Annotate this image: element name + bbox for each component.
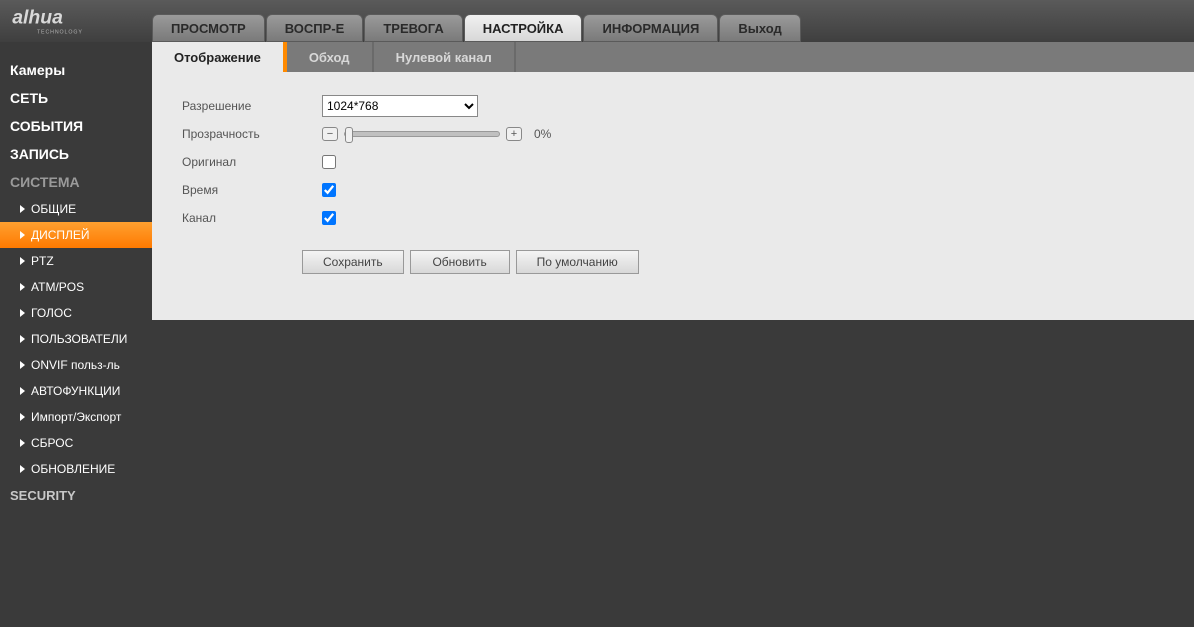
- sidebar-sub-8[interactable]: Импорт/Экспорт: [0, 404, 152, 430]
- topnav-1[interactable]: ВОСПР-Е: [266, 14, 364, 42]
- sidebar-sub-1[interactable]: ДИСПЛЕЙ: [0, 222, 152, 248]
- default-button[interactable]: По умолчанию: [516, 250, 639, 274]
- channel-checkbox[interactable]: [322, 211, 336, 225]
- sidebar-cat-0[interactable]: Камеры: [0, 56, 152, 84]
- original-label: Оригинал: [182, 155, 322, 169]
- save-button[interactable]: Сохранить: [302, 250, 404, 274]
- sidebar-sub-3[interactable]: ATM/POS: [0, 274, 152, 300]
- sidebar-cat-3[interactable]: ЗАПИСЬ: [0, 140, 152, 168]
- topnav-3[interactable]: НАСТРОЙКА: [464, 14, 583, 42]
- sidebar-sub-9[interactable]: СБРОС: [0, 430, 152, 456]
- top-nav: ПРОСМОТРВОСПР-ЕТРЕВОГАНАСТРОЙКАИНФОРМАЦИ…: [152, 0, 801, 42]
- transparency-label: Прозрачность: [182, 127, 322, 141]
- content-tabs: ОтображениеОбходНулевой канал: [152, 42, 1194, 72]
- sidebar-sub-label: ONVIF польз-ль: [31, 358, 120, 372]
- sidebar-sub-0[interactable]: ОБЩИЕ: [0, 196, 152, 222]
- sidebar-cat-2[interactable]: СОБЫТИЯ: [0, 112, 152, 140]
- svg-text:TECHNOLOGY: TECHNOLOGY: [37, 29, 83, 35]
- tab-0[interactable]: Отображение: [152, 42, 287, 72]
- topnav-0[interactable]: ПРОСМОТР: [152, 14, 265, 42]
- sidebar-sub-4[interactable]: ГОЛОС: [0, 300, 152, 326]
- sidebar-sub-label: Импорт/Экспорт: [31, 410, 121, 424]
- sidebar-sub-2[interactable]: PTZ: [0, 248, 152, 274]
- sidebar-sub-7[interactable]: АВТОФУНКЦИИ: [0, 378, 152, 404]
- sidebar-sub-label: ОБЩИЕ: [31, 202, 76, 216]
- topnav-2[interactable]: ТРЕВОГА: [364, 14, 462, 42]
- tab-2[interactable]: Нулевой канал: [374, 42, 516, 72]
- main-content: ОтображениеОбходНулевой канал Разрешение…: [152, 42, 1194, 627]
- original-checkbox[interactable]: [322, 155, 336, 169]
- sidebar-sub-label: ГОЛОС: [31, 306, 72, 320]
- settings-panel: Разрешение 1024*768 Прозрачность − + 0%: [152, 72, 1194, 320]
- sidebar-sub-label: АВТОФУНКЦИИ: [31, 384, 120, 398]
- sidebar-sub-label: ПОЛЬЗОВАТЕЛИ: [31, 332, 127, 346]
- topnav-4[interactable]: ИНФОРМАЦИЯ: [583, 14, 718, 42]
- resolution-label: Разрешение: [182, 99, 322, 113]
- channel-label: Канал: [182, 211, 322, 225]
- transparency-slider[interactable]: [344, 131, 500, 137]
- refresh-button[interactable]: Обновить: [410, 250, 510, 274]
- sidebar-cat-active[interactable]: СИСТЕМА: [0, 168, 152, 196]
- resolution-select[interactable]: 1024*768: [322, 95, 478, 117]
- sidebar-sub-label: ОБНОВЛЕНИЕ: [31, 462, 115, 476]
- sidebar-sub-label: ATM/POS: [31, 280, 84, 294]
- time-checkbox[interactable]: [322, 183, 336, 197]
- slider-minus-icon[interactable]: −: [322, 127, 338, 141]
- sidebar-bottom[interactable]: SECURITY: [0, 482, 152, 509]
- topnav-5[interactable]: Выход: [719, 14, 800, 42]
- sidebar-sub-6[interactable]: ONVIF польз-ль: [0, 352, 152, 378]
- sidebar: КамерыСЕТЬСОБЫТИЯЗАПИСЬСИСТЕМА ОБЩИЕ ДИСПЛ…: [0, 42, 152, 627]
- transparency-value: 0%: [534, 127, 551, 141]
- tab-1[interactable]: Обход: [287, 42, 374, 72]
- sidebar-sub-label: ДИСПЛЕЙ: [31, 228, 90, 242]
- svg-text:alhua: alhua: [12, 7, 63, 29]
- sidebar-cat-1[interactable]: СЕТЬ: [0, 84, 152, 112]
- logo: alhua TECHNOLOGY: [0, 0, 152, 42]
- sidebar-sub-10[interactable]: ОБНОВЛЕНИЕ: [0, 456, 152, 482]
- slider-plus-icon[interactable]: +: [506, 127, 522, 141]
- sidebar-sub-label: СБРОС: [31, 436, 73, 450]
- sidebar-sub-5[interactable]: ПОЛЬЗОВАТЕЛИ: [0, 326, 152, 352]
- slider-thumb[interactable]: [345, 127, 353, 143]
- sidebar-sub-label: PTZ: [31, 254, 54, 268]
- time-label: Время: [182, 183, 322, 197]
